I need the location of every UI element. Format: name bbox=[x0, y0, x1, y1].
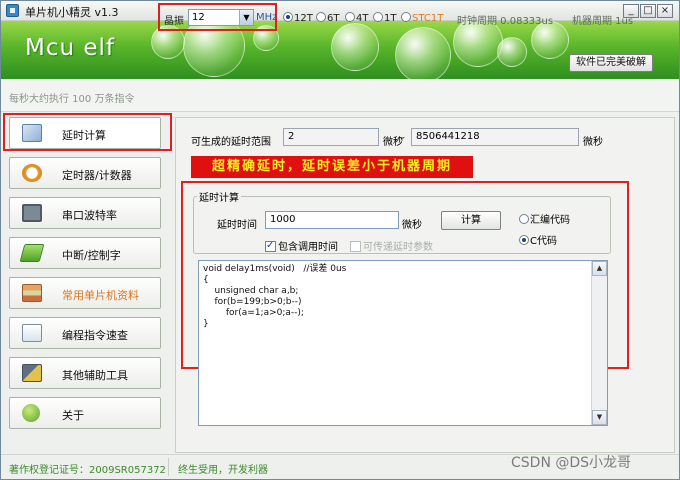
range-max-unit: 微秒 bbox=[583, 137, 603, 148]
code-output[interactable]: void delay1ms(void) //误差 0us { unsigned … bbox=[198, 260, 608, 426]
machine-period: 机器周期 1us bbox=[572, 16, 634, 27]
app-logo: Mcu elf bbox=[25, 35, 116, 61]
radio-label: 汇编代码 bbox=[530, 215, 570, 226]
group-title: 延时计算 bbox=[197, 189, 241, 204]
include-call-checkbox[interactable]: 包含调用时间 bbox=[265, 238, 338, 253]
delay-unit: 微秒 bbox=[402, 220, 422, 231]
sidebar-item-label: 关于 bbox=[62, 409, 84, 422]
calculate-button[interactable]: 计算 bbox=[441, 211, 501, 230]
pass-param-checkbox[interactable]: 可传递延时参数 bbox=[350, 238, 433, 253]
status-divider bbox=[168, 458, 169, 476]
info-icon bbox=[22, 404, 40, 422]
info-bar: 每秒大约执行 100 万条指令 bbox=[1, 79, 679, 112]
maximize-button[interactable]: □ bbox=[640, 4, 656, 18]
promo-banner: 超精确延时，延时误差小于机器周期 bbox=[191, 156, 473, 178]
checkbox-label: 包含调用时间 bbox=[278, 242, 338, 253]
radio-6t[interactable]: 6T bbox=[316, 12, 339, 24]
chevron-down-icon[interactable]: ▼ bbox=[239, 10, 253, 25]
sidebar-item-label: 中断/控制字 bbox=[62, 249, 121, 262]
radio-label: 6T bbox=[327, 13, 340, 24]
alarm-clock-icon bbox=[22, 164, 42, 182]
radio-icon[interactable] bbox=[519, 214, 529, 224]
radio-icon[interactable] bbox=[373, 12, 383, 22]
app-window: 单片机小精灵 v1.3 _ □ × Mcu elf 软件已完美破解 每秒大约执行… bbox=[0, 0, 680, 480]
close-button[interactable]: × bbox=[657, 4, 673, 18]
sidebar-item-label: 定时器/计数器 bbox=[62, 169, 132, 182]
decorative-bubble bbox=[453, 21, 503, 67]
books-icon bbox=[22, 284, 42, 302]
range-max-field[interactable]: 8506441218 bbox=[411, 128, 579, 146]
checkbox-label: 可传递延时参数 bbox=[363, 242, 433, 253]
sidebar-item-timer[interactable]: 定时器/计数器 bbox=[9, 157, 161, 189]
radio-label: 12T bbox=[294, 13, 313, 24]
crystal-value: 12 bbox=[192, 12, 205, 23]
radio-icon[interactable] bbox=[519, 235, 529, 245]
radio-label: 4T bbox=[356, 13, 369, 24]
radio-c-code[interactable]: C代码 bbox=[519, 232, 557, 247]
radio-4t[interactable]: 4T bbox=[345, 12, 368, 24]
delay-input[interactable]: 1000 bbox=[265, 211, 399, 229]
decorative-bubble bbox=[395, 27, 451, 79]
sidebar-item-baud[interactable]: 串口波特率 bbox=[9, 197, 161, 229]
radio-1t[interactable]: 1T bbox=[373, 12, 396, 24]
vertical-scrollbar[interactable]: ▲ ▼ bbox=[591, 261, 607, 425]
decorative-bubble bbox=[331, 23, 379, 71]
range-label: 可生成的延时范围 bbox=[191, 137, 271, 148]
radio-icon[interactable] bbox=[401, 12, 411, 22]
radio-12t[interactable]: 12T bbox=[283, 12, 313, 24]
radio-asm[interactable]: 汇编代码 bbox=[519, 211, 570, 226]
sidebar-item-about[interactable]: 关于 bbox=[9, 397, 161, 429]
range-min-field[interactable]: 2 bbox=[283, 128, 379, 146]
sidebar-item-label: 串口波特率 bbox=[62, 209, 117, 222]
radio-icon[interactable] bbox=[316, 12, 326, 22]
decorative-bubble bbox=[497, 37, 527, 67]
sidebar-item-instructions[interactable]: 编程指令速查 bbox=[9, 317, 161, 349]
radio-label: 1T bbox=[384, 13, 397, 24]
sidebar-item-datasheets[interactable]: 常用单片机资料 bbox=[9, 277, 161, 309]
sidebar-item-label: 常用单片机资料 bbox=[62, 289, 139, 302]
checkbox-icon[interactable] bbox=[265, 240, 276, 252]
sidebar-item-interrupt[interactable]: 中断/控制字 bbox=[9, 237, 161, 269]
tools-icon bbox=[22, 364, 42, 382]
radio-icon[interactable] bbox=[345, 12, 355, 22]
header-banner: Mcu elf 软件已完美破解 bbox=[1, 21, 679, 79]
radio-label: C代码 bbox=[530, 236, 557, 247]
radio-stc1t[interactable]: STC1T bbox=[401, 12, 443, 24]
copyright-text: 著作权登记证号：2009SR057372 bbox=[9, 465, 166, 476]
sidebar-item-label: 编程指令速查 bbox=[62, 329, 128, 342]
code-text: void delay1ms(void) //误差 0us { unsigned … bbox=[203, 264, 347, 329]
watermark: CSDN @DS小龙哥 bbox=[511, 455, 632, 471]
crystal-select[interactable]: 12 ▼ bbox=[188, 9, 254, 26]
checkbox-icon[interactable] bbox=[350, 241, 361, 252]
clock-period: 时钟周期 0.08333us bbox=[457, 16, 554, 27]
crystal-label: 晶振 bbox=[164, 16, 184, 27]
sidebar-item-label: 其他辅助工具 bbox=[62, 369, 128, 382]
radio-label: STC1T bbox=[412, 13, 444, 24]
chip-icon bbox=[19, 244, 45, 262]
window-title: 单片机小精灵 v1.3 bbox=[25, 6, 119, 19]
range-separator: ~ bbox=[397, 133, 406, 144]
document-icon bbox=[22, 324, 42, 342]
slogan-text: 终生受用，开发利器 bbox=[178, 465, 268, 476]
nav-highlight bbox=[3, 113, 172, 151]
delay-label: 延时时间 bbox=[217, 220, 257, 231]
sidebar-item-tools[interactable]: 其他辅助工具 bbox=[9, 357, 161, 389]
app-icon bbox=[6, 4, 19, 17]
scroll-up-icon[interactable]: ▲ bbox=[592, 261, 607, 276]
crack-button[interactable]: 软件已完美破解 bbox=[569, 54, 653, 72]
speed-text: 每秒大约执行 100 万条指令 bbox=[9, 94, 135, 105]
scroll-down-icon[interactable]: ▼ bbox=[592, 410, 607, 425]
monitor-icon bbox=[22, 204, 42, 222]
radio-icon[interactable] bbox=[283, 12, 293, 22]
crystal-unit: MHz bbox=[256, 12, 278, 23]
